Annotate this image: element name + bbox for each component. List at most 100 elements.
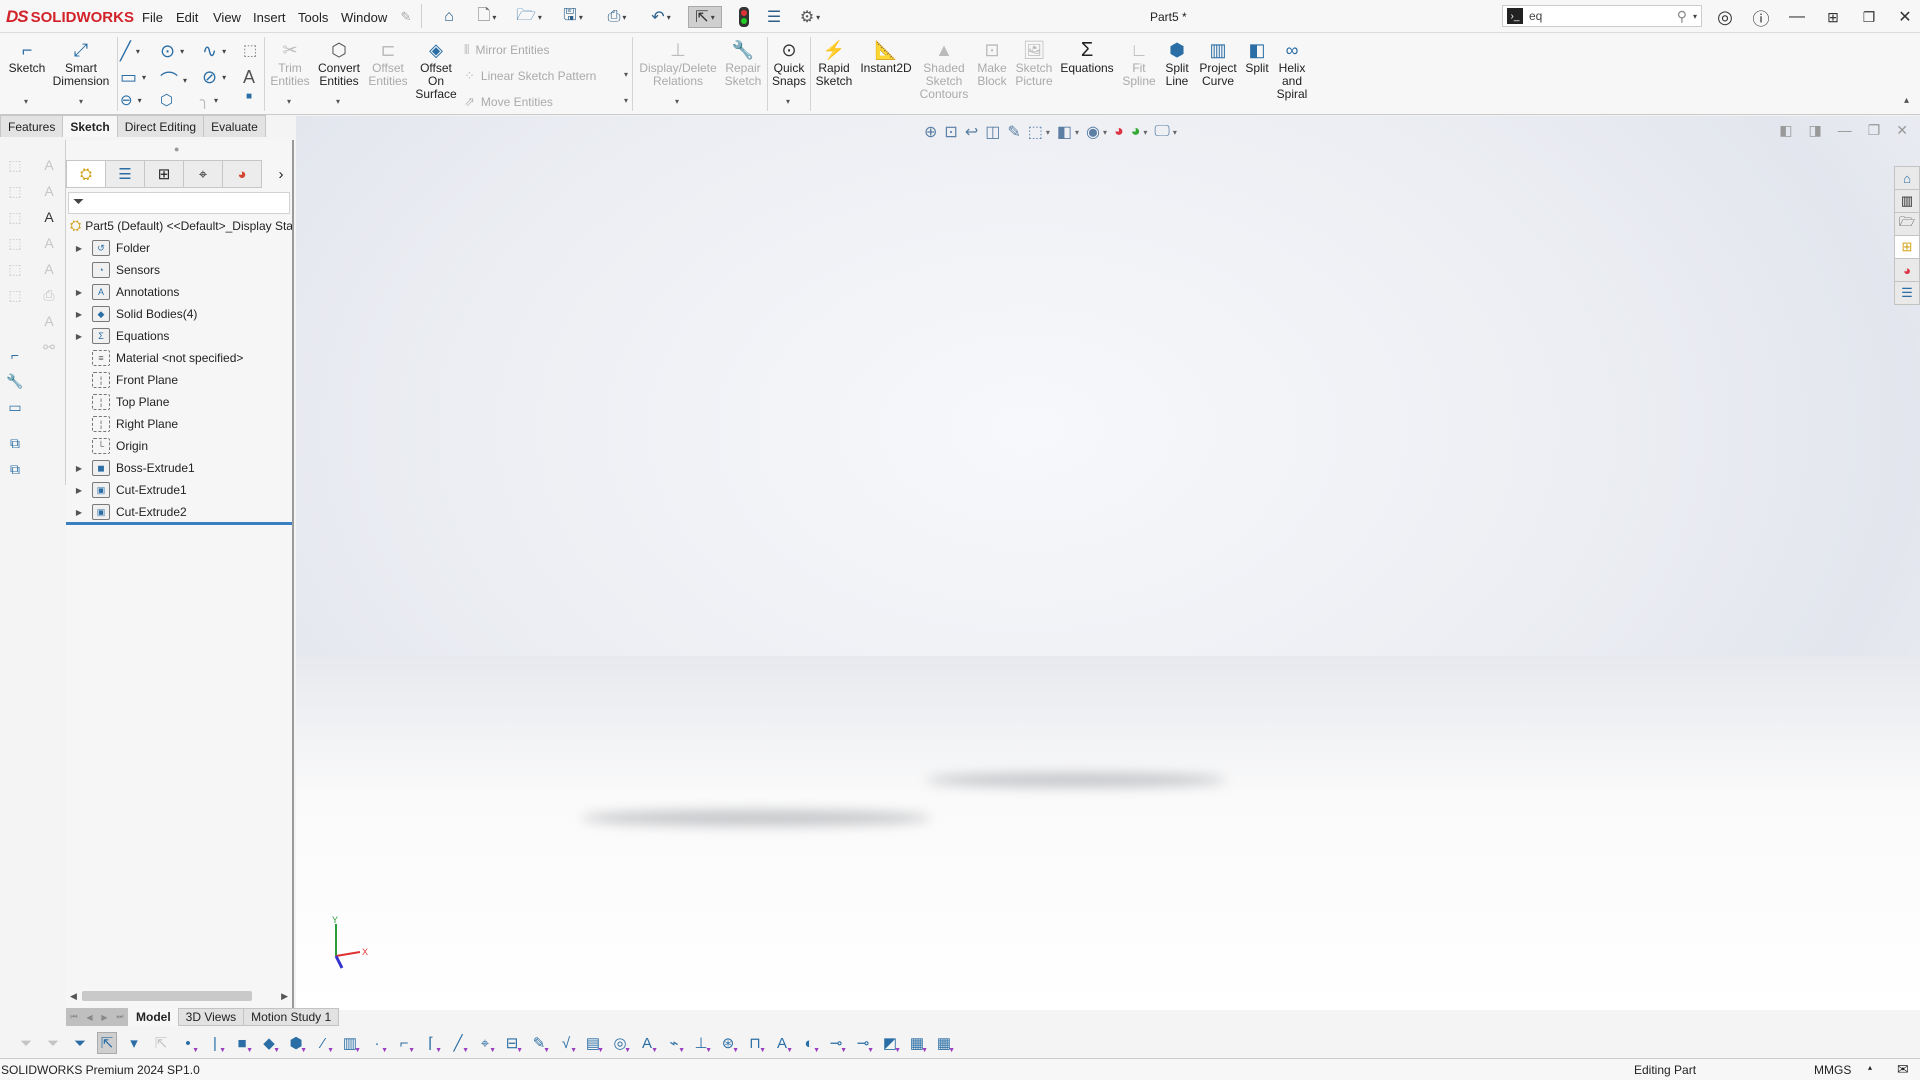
- configuration-manager-tab-icon[interactable]: ⊞: [144, 160, 184, 188]
- tab-model[interactable]: Model: [128, 1008, 179, 1026]
- menu-view[interactable]: View: [213, 10, 241, 25]
- tree-item[interactable]: ▶ ◼ Boss-Extrude1: [66, 457, 195, 479]
- filter-block-icon[interactable]: A ▼: [772, 1032, 793, 1055]
- arc-tool-icon[interactable]: ⌒ ▾: [160, 67, 187, 93]
- scroll-left-icon[interactable]: ◀: [70, 991, 77, 1002]
- expand-arrow-icon[interactable]: ▶: [66, 332, 92, 341]
- tree-item[interactable]: ◔ Sensors: [66, 259, 160, 281]
- annotation-icon[interactable]: A: [38, 258, 60, 280]
- tree-item[interactable]: ≡ Material <not specified>: [66, 347, 243, 369]
- menu-tools[interactable]: Tools: [298, 10, 328, 25]
- layer-icon[interactable]: ⧉: [4, 432, 26, 454]
- feature-manager-tab-icon[interactable]: ⛭: [66, 160, 106, 188]
- sketch-button[interactable]: ⌐ Sketch: [8, 39, 46, 75]
- select-icon[interactable]: ⇱: [97, 1032, 117, 1054]
- filter-routing-point-icon[interactable]: ⊸ ▼: [853, 1032, 874, 1054]
- text-tool-icon[interactable]: A: [243, 67, 255, 88]
- horizontal-scrollbar[interactable]: ◀ ▶: [66, 988, 292, 1004]
- filter-weld-icon[interactable]: √ ▼: [556, 1032, 577, 1055]
- convert-dropdown-icon[interactable]: ▾: [336, 97, 340, 106]
- annotation-icon[interactable]: ⎙: [38, 284, 60, 306]
- repair-sketch-button[interactable]: 🔧 Repair Sketch: [722, 39, 764, 88]
- home-icon[interactable]: ⌂: [438, 6, 460, 28]
- tree-item[interactable]: ¦ Right Plane: [66, 413, 178, 435]
- annotation-icon[interactable]: A: [38, 310, 60, 332]
- annotation-icon[interactable]: A: [38, 206, 60, 228]
- make-block-button[interactable]: ⊡ Make Block: [974, 39, 1010, 88]
- tree-item[interactable]: ▶ ▣ Cut-Extrude1: [66, 479, 187, 501]
- expand-arrow-icon[interactable]: ▶: [66, 310, 92, 319]
- file-properties-icon[interactable]: ☰: [764, 6, 784, 28]
- view-cube-icon[interactable]: ⬚: [4, 258, 26, 280]
- sketch-dropdown-icon[interactable]: ▾: [24, 97, 28, 106]
- help-icon[interactable]: ⓘ: [1750, 6, 1772, 29]
- command-search-input[interactable]: ›_ eq ⚲ ▾: [1502, 5, 1702, 27]
- display-icon[interactable]: ▭: [4, 396, 26, 418]
- filter-vertices-icon[interactable]: • ▼: [178, 1032, 199, 1055]
- select-icon[interactable]: ⇱ ▾: [688, 6, 722, 28]
- filter-surface-finish-icon[interactable]: ✎ ▼: [529, 1032, 550, 1054]
- filter-midpoints-icon[interactable]: ⌈ ▼: [421, 1032, 442, 1054]
- annotation-icon[interactable]: A: [38, 154, 60, 176]
- user-account-icon[interactable]: ◎: [1714, 6, 1736, 28]
- filter-all-icon[interactable]: ⏷: [70, 1032, 90, 1054]
- filter-notes-icon[interactable]: ▤ ▼: [583, 1032, 604, 1054]
- filter-planes-icon[interactable]: ▥ ▼: [340, 1032, 361, 1054]
- search-value[interactable]: eq: [1529, 9, 1677, 23]
- tab-navigation[interactable]: ⏮ ◀ ▶ ⏭: [66, 1008, 128, 1026]
- view-cube-icon[interactable]: ⬚: [4, 206, 26, 228]
- view-cube-icon[interactable]: ⬚: [4, 284, 26, 306]
- filter-hole-callout-icon[interactable]: ⊛ ▼: [718, 1032, 739, 1054]
- tree-item[interactable]: ▶ ◆ Solid Bodies(4): [66, 303, 197, 325]
- shaded-sketch-contours-button[interactable]: ▲ Shaded Sketch Contours: [918, 39, 970, 101]
- undo-icon[interactable]: ↶ ▾: [644, 6, 678, 28]
- filter-weld-symbol-icon[interactable]: ⊥ ▼: [691, 1032, 712, 1054]
- tree-item[interactable]: ▶ Σ Equations: [66, 325, 169, 347]
- model-view[interactable]: [296, 116, 1920, 1010]
- annotation-icon[interactable]: A: [38, 232, 60, 254]
- pin-menu-icon[interactable]: ✎: [398, 6, 414, 28]
- scroll-right-icon[interactable]: ▶: [281, 991, 288, 1002]
- split-line-button[interactable]: ⬢ Split Line: [1160, 39, 1194, 88]
- offset-on-surface-button[interactable]: ◈ Offset On Surface: [414, 39, 458, 101]
- display-delete-relations-button[interactable]: ⊥ Display/Delete Relations: [638, 39, 718, 88]
- quick-snaps-dropdown-icon[interactable]: ▾: [786, 97, 790, 106]
- filter-connection-point-icon[interactable]: ⊸ ▼: [826, 1032, 847, 1054]
- unit-system[interactable]: MMGS: [1814, 1063, 1851, 1077]
- filter-cosmetic-thread-icon[interactable]: ⊓ ▼: [745, 1032, 766, 1054]
- smart-dimension-button[interactable]: ⤢ Smart Dimension: [52, 39, 110, 88]
- filter-icon[interactable]: ⏷: [16, 1032, 36, 1054]
- annotation-icon[interactable]: A: [38, 180, 60, 202]
- search-dropdown-icon[interactable]: ▾: [1693, 12, 1697, 21]
- menu-file[interactable]: File: [142, 10, 163, 25]
- filter-mesh-icon[interactable]: ▦ ▼: [907, 1032, 928, 1054]
- mirror-entities-button[interactable]: ⫴ Mirror Entities: [464, 42, 549, 58]
- new-document-icon[interactable]: 🗋 ▾: [472, 6, 502, 28]
- smart-dimension-dropdown-icon[interactable]: ▾: [79, 97, 83, 106]
- restore-icon[interactable]: ❐: [1858, 6, 1880, 28]
- ellipse-tool-icon[interactable]: ⊘ ▾: [202, 67, 226, 88]
- spline-tool-icon[interactable]: ∿ ▾: [202, 41, 226, 62]
- filter-balloons-icon[interactable]: ◎ ▼: [610, 1032, 631, 1054]
- panel-grip-icon[interactable]: ●: [174, 144, 179, 154]
- rebuild-traffic-light-icon[interactable]: [737, 6, 751, 28]
- filter-sketch-points-icon[interactable]: · ▼: [367, 1032, 389, 1055]
- move-dropdown-icon[interactable]: ▾: [624, 96, 628, 105]
- tab-features[interactable]: Features: [0, 115, 64, 137]
- search-icon[interactable]: ⚲: [1677, 8, 1687, 25]
- tree-item[interactable]: ▶ A Annotations: [66, 281, 179, 303]
- filter-dimensions-icon[interactable]: ⊟ ▼: [502, 1032, 523, 1054]
- point-tool-icon[interactable]: ■: [246, 91, 252, 102]
- minimize-icon[interactable]: —: [1786, 6, 1808, 28]
- solidworks-logo[interactable]: DS SOLIDWORKS: [6, 7, 134, 27]
- fit-spline-button[interactable]: ∟ Fit Spline: [1122, 39, 1156, 88]
- tab-evaluate[interactable]: Evaluate: [203, 115, 266, 137]
- expand-arrow-icon[interactable]: ▶: [66, 244, 92, 253]
- filter-faces-icon[interactable]: ■ ▼: [232, 1032, 253, 1055]
- slot-tool-icon[interactable]: ⊖ ▾: [120, 91, 142, 109]
- feedback-icon[interactable]: ✉: [1897, 1061, 1909, 1078]
- view-cube-icon[interactable]: ⬚: [4, 154, 26, 176]
- tree-item[interactable]: ¦ Front Plane: [66, 369, 178, 391]
- filter-solid-bodies-icon[interactable]: ⬢ ▼: [286, 1032, 307, 1054]
- rollback-bar[interactable]: [66, 522, 292, 525]
